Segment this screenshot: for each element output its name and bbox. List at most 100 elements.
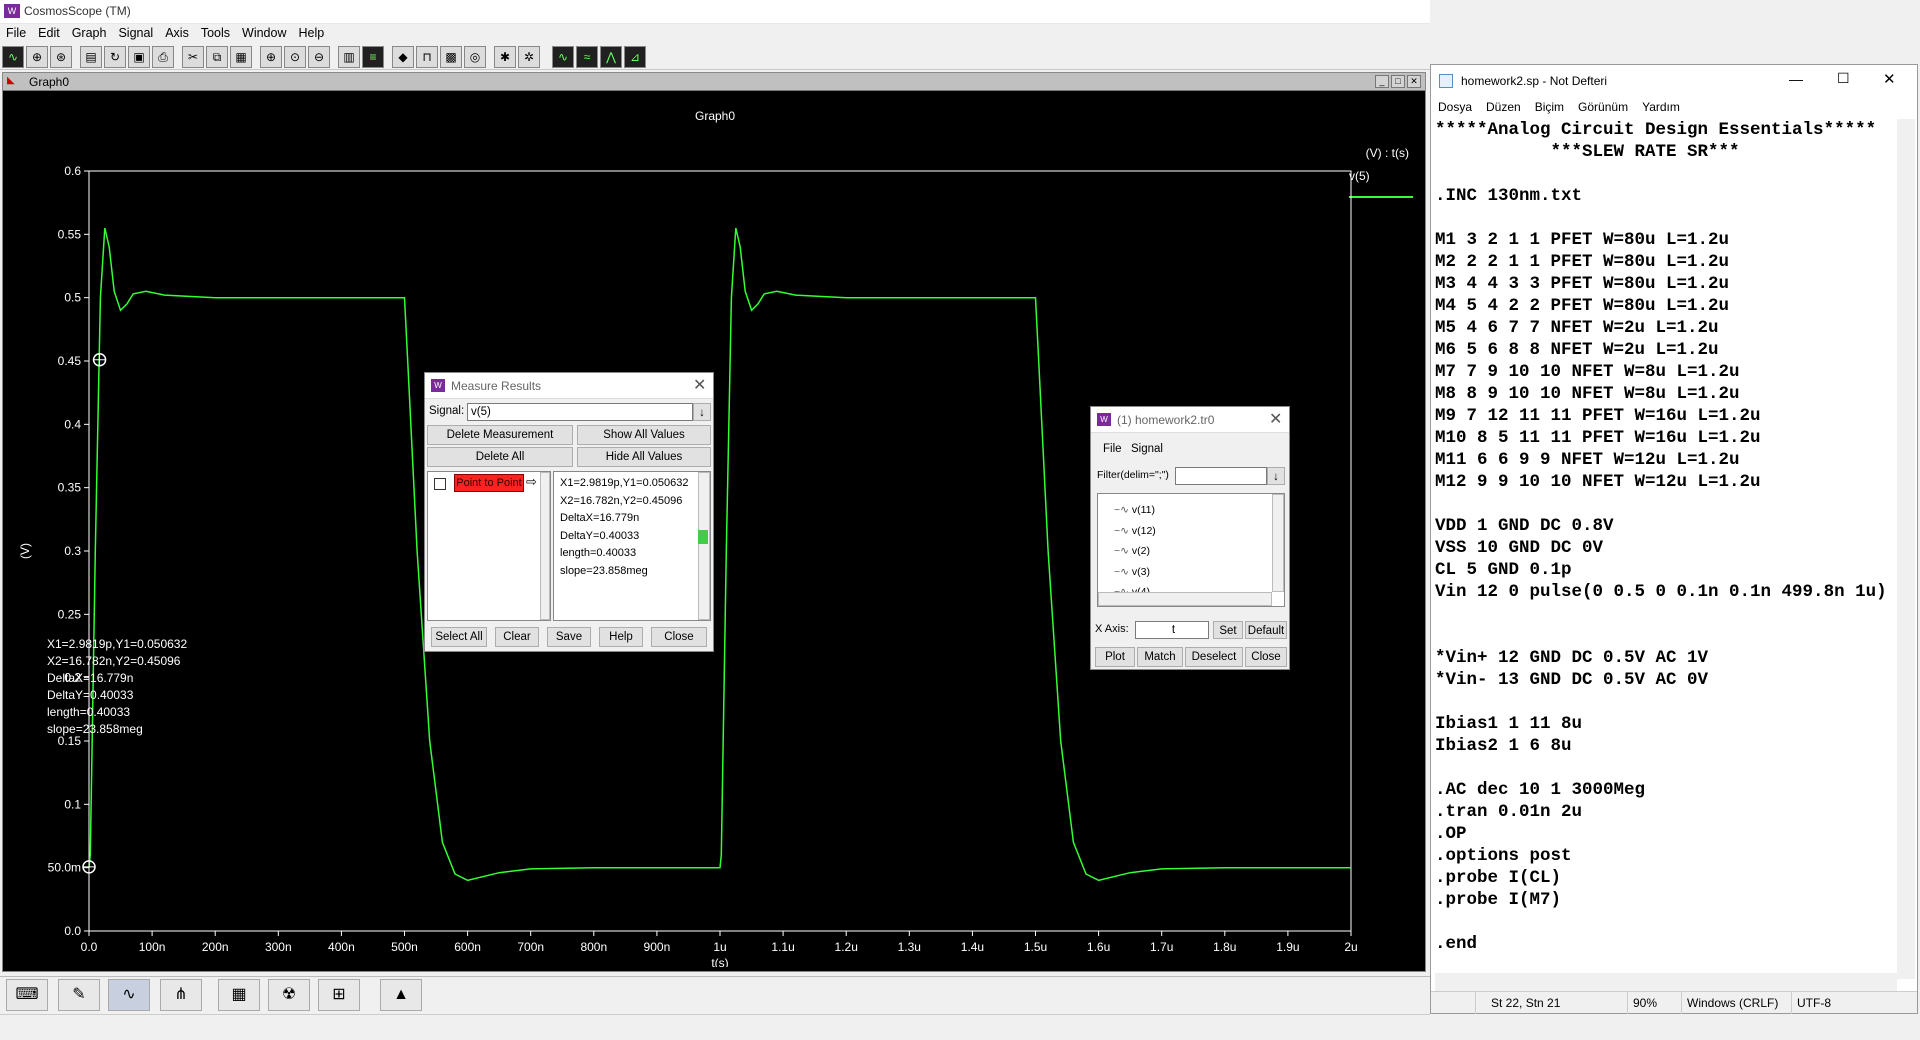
diamond-icon[interactable]: ◆ (392, 46, 414, 68)
signal-list[interactable]: ~∿ v(11) ~∿ v(12) ~∿ v(2) ~∿ v(3) ~∿ v(4… (1097, 493, 1285, 607)
menu-axis[interactable]: Axis (159, 24, 195, 42)
save-icon[interactable]: ▣ (128, 46, 150, 68)
clear-button[interactable]: Clear (495, 627, 539, 647)
graph-minimize-icon[interactable]: _ (1375, 75, 1389, 88)
legend-signal-label[interactable]: v(5) (1349, 169, 1370, 183)
pen-icon[interactable]: ✎ (58, 979, 100, 1011)
notepad-menu-yardim[interactable]: Yardım (1635, 97, 1687, 117)
menu-help[interactable]: Help (292, 24, 330, 42)
bug-icon[interactable]: ✱ (494, 46, 516, 68)
signal-item[interactable]: ~∿ v(3) (1114, 562, 1156, 583)
measurement-checkbox[interactable] (434, 478, 446, 490)
zoom-out-icon[interactable]: ⊖ (308, 46, 330, 68)
radiation-icon[interactable]: ☢ (268, 979, 310, 1011)
paste-icon[interactable]: ▦ (230, 46, 252, 68)
delete-all-button[interactable]: Delete All (427, 447, 573, 467)
values-scrollbar[interactable] (698, 472, 710, 620)
graph-maximize-icon[interactable]: □ (1391, 75, 1405, 88)
open-folder-icon[interactable]: ▤ (80, 46, 102, 68)
menu-signal[interactable]: Signal (112, 24, 159, 42)
waveform-viewer-icon[interactable]: ∿ (108, 979, 150, 1011)
match-button[interactable]: Match (1137, 647, 1183, 667)
notepad-text-area[interactable]: *****Analog Circuit Design Essentials***… (1435, 119, 1895, 969)
zoom-fit-icon[interactable]: ⊙ (284, 46, 306, 68)
notepad-maximize-icon[interactable]: ☐ (1837, 70, 1850, 87)
notepad-close-icon[interactable]: ✕ (1883, 70, 1896, 88)
signal-dropdown-icon[interactable]: ↓ (693, 403, 711, 421)
calculator-icon[interactable]: ▦ (218, 979, 260, 1011)
menu-window[interactable]: Window (236, 24, 292, 42)
signal-field[interactable]: v(5) (467, 403, 693, 421)
signal-list-vscroll[interactable] (1272, 494, 1284, 592)
menu-edit[interactable]: Edit (32, 24, 66, 42)
graph-icon: ◣ (7, 75, 15, 86)
reload-icon[interactable]: ↻ (104, 46, 126, 68)
zoom-in-icon[interactable]: ⊕ (260, 46, 282, 68)
notepad-menu-gorunum[interactable]: Görünüm (1571, 97, 1635, 117)
help-button[interactable]: Help (599, 627, 643, 647)
digital-icon[interactable]: ⊓ (416, 46, 438, 68)
menu-file[interactable]: File (0, 24, 32, 42)
delete-measurement-button[interactable]: Delete Measurement (427, 425, 573, 445)
filter-apply-icon[interactable]: ↓ (1267, 467, 1285, 485)
wave1-icon[interactable]: ∿ (552, 46, 574, 68)
notepad-icon (1439, 74, 1453, 88)
signal-menu-signal[interactable]: Signal (1131, 443, 1163, 455)
print-icon[interactable]: ⎙ (152, 46, 174, 68)
show-all-values-button[interactable]: Show All Values (577, 425, 711, 445)
signal-item[interactable]: ~∿ v(11) (1114, 500, 1156, 521)
target-icon[interactable]: ⊕ (26, 46, 48, 68)
signals-icon[interactable]: ≡ (362, 46, 384, 68)
new-graph-icon[interactable]: ∿ (2, 46, 24, 68)
bus-icon[interactable]: ▩ (440, 46, 462, 68)
wave3-icon[interactable]: ⋀ (600, 46, 622, 68)
wave4-icon[interactable]: ⊿ (624, 46, 646, 68)
xaxis-input[interactable]: t (1135, 621, 1209, 639)
signal-item[interactable]: ~∿ v(2) (1114, 541, 1156, 562)
copy-icon[interactable]: ⧉ (206, 46, 228, 68)
readout-line-4: DeltaY=0.40033 (47, 688, 134, 702)
signal-close-button[interactable]: Close (1245, 647, 1287, 667)
notepad-menu-bicim[interactable]: Biçim (1528, 97, 1571, 117)
hide-all-values-button[interactable]: Hide All Values (577, 447, 711, 467)
graph-close-icon[interactable]: ✕ (1407, 75, 1421, 88)
signal-list-hscroll[interactable] (1098, 592, 1272, 606)
graph-color-icon[interactable]: ▥ (338, 46, 360, 68)
point-to-point-item[interactable]: Point to Point (454, 474, 524, 492)
notepad-minimize-icon[interactable]: — (1789, 71, 1803, 87)
schematic-icon[interactable]: ⋔ (160, 979, 202, 1011)
scope-icon[interactable]: ⊛ (50, 46, 72, 68)
keyboard-icon[interactable]: ⌨ (6, 979, 48, 1011)
measure-dialog-close-icon[interactable]: ✕ (693, 375, 706, 395)
deselect-button[interactable]: Deselect (1185, 647, 1243, 667)
matlab-icon[interactable]: ▲ (380, 979, 422, 1011)
save-button[interactable]: Save (547, 627, 591, 647)
signal-menu-file[interactable]: File (1103, 443, 1122, 455)
spiral-icon[interactable]: ◎ (464, 46, 486, 68)
notepad-horizontal-scrollbar[interactable] (1435, 973, 1897, 991)
plot-button[interactable]: Plot (1095, 647, 1135, 667)
x-tick-label: 0.0 (81, 940, 98, 954)
xaxis-set-button[interactable]: Set (1213, 621, 1243, 639)
x-axis-label: t(s) (711, 956, 728, 967)
menu-graph[interactable]: Graph (66, 24, 113, 42)
measurement-list[interactable]: Point to Point ⇨ (427, 471, 551, 621)
filter-label: Filter(delim=";") (1097, 469, 1169, 481)
close-button[interactable]: Close (651, 627, 707, 647)
list-scrollbar[interactable] (540, 472, 550, 620)
signal-dialog-close-icon[interactable]: ✕ (1269, 409, 1282, 429)
select-all-button[interactable]: Select All (431, 627, 487, 647)
cut-icon[interactable]: ✂ (182, 46, 204, 68)
notepad-menu-dosya[interactable]: Dosya (1431, 97, 1479, 117)
values-scroll-thumb[interactable] (698, 530, 708, 544)
notepad-menu-duzen[interactable]: Düzen (1479, 97, 1528, 117)
menu-tools[interactable]: Tools (195, 24, 236, 42)
filter-input[interactable] (1175, 467, 1267, 485)
bug2-icon[interactable]: ✲ (518, 46, 540, 68)
circuit-icon[interactable]: ⊞ (318, 979, 360, 1011)
signal-item[interactable]: ~∿ v(12) (1114, 521, 1156, 542)
wave2-icon[interactable]: ≈ (576, 46, 598, 68)
xaxis-default-button[interactable]: Default (1245, 621, 1287, 639)
notepad-vertical-scrollbar[interactable] (1897, 119, 1915, 979)
